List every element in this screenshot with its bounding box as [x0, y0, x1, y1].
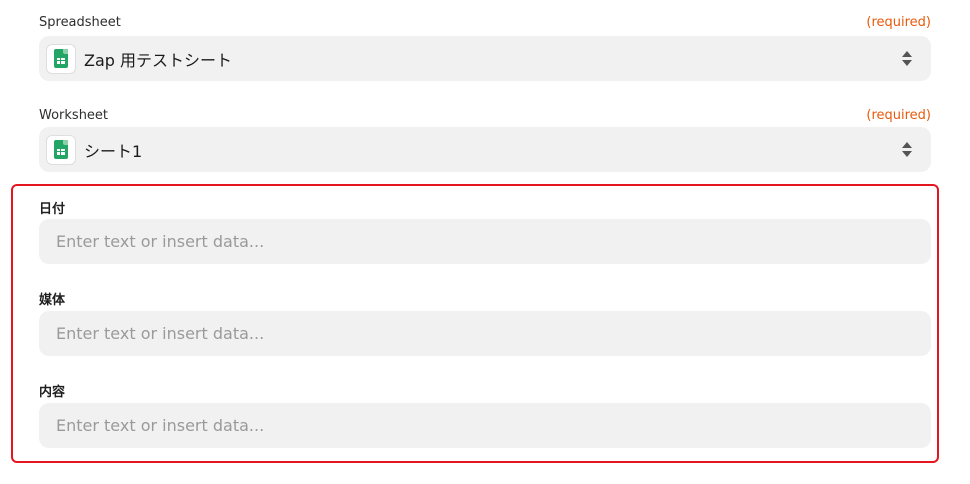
spreadsheet-label-row: Spreadsheet (required): [39, 13, 931, 31]
date-field-input[interactable]: [39, 219, 931, 264]
field-label-row: 日付: [39, 198, 931, 217]
worksheet-label: Worksheet: [39, 107, 109, 123]
sort-arrows-icon: [900, 140, 914, 160]
media-field-input[interactable]: [39, 311, 931, 356]
spreadsheet-required-indicator: (required): [866, 14, 931, 30]
worksheet-label-row: Worksheet (required): [39, 106, 931, 124]
worksheet-selected-value: シート1: [84, 141, 143, 161]
google-sheets-icon: [46, 43, 76, 74]
field-label-row: 媒体: [39, 289, 931, 308]
spreadsheet-selected-value: Zap 用テストシート: [84, 50, 233, 70]
worksheet-required-indicator: (required): [866, 107, 931, 123]
spreadsheet-select[interactable]: Zap 用テストシート: [39, 36, 931, 81]
content-field-input[interactable]: [39, 403, 931, 448]
google-sheets-icon: [46, 134, 76, 165]
worksheet-select[interactable]: シート1: [39, 127, 931, 172]
sort-arrows-icon: [900, 49, 914, 69]
spreadsheet-label: Spreadsheet: [39, 14, 121, 30]
field-label-media: 媒体: [39, 292, 66, 308]
field-label-content: 内容: [39, 384, 66, 400]
field-label-date: 日付: [39, 201, 66, 217]
field-label-row: 内容: [39, 381, 931, 400]
